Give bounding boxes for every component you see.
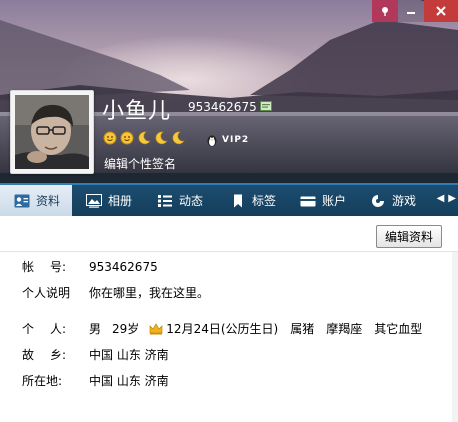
- constellation: 摩羯座: [326, 322, 363, 336]
- blood-type: 其它血型: [374, 322, 423, 336]
- pin-icon[interactable]: [372, 0, 398, 22]
- account-label-char: 帐: [22, 260, 35, 274]
- signature-edit[interactable]: 编辑个性签名: [104, 155, 176, 172]
- personal-label: 个 人:: [22, 320, 66, 337]
- nickname: 小鱼儿: [102, 99, 172, 124]
- bio-value: 你在哪里，我在这里。: [89, 286, 210, 300]
- hometown-row: 故 乡: 中国 山东 济南: [22, 346, 169, 363]
- vip-level: VIP2: [222, 135, 250, 145]
- personal-row: 个 人: 男 29岁 12月24日(公历生日) 属猪 摩羯座 其它血型: [22, 320, 422, 337]
- tab-account-label: 账户: [322, 194, 347, 208]
- hometown-value: 中国 山东 济南: [89, 348, 169, 362]
- tab-tags-label: 标签: [252, 194, 277, 208]
- tab-scroll: ◀ ▶: [433, 193, 456, 204]
- tab-album[interactable]: 相册: [86, 185, 132, 216]
- tab-games[interactable]: 游戏: [370, 185, 416, 216]
- close-icon[interactable]: [424, 0, 458, 22]
- bookmark-icon: [234, 194, 242, 207]
- account-value: 953462675: [89, 259, 158, 274]
- tab-tags[interactable]: 标签: [230, 185, 276, 216]
- age: 29岁: [112, 322, 140, 336]
- crown-icon: [149, 322, 163, 334]
- edit-profile-button[interactable]: 编辑资料: [376, 225, 442, 248]
- hometown-label-char: 乡:: [49, 348, 66, 362]
- personal-label-char: 个: [22, 322, 35, 336]
- scrollbar[interactable]: [452, 252, 458, 422]
- tab-games-label: 游戏: [392, 194, 417, 208]
- tab-album-label: 相册: [108, 194, 133, 208]
- tab-profile-label: 资料: [36, 194, 61, 208]
- profile-header: 小鱼儿 953462675 VIP2 编辑个性签名: [0, 0, 458, 183]
- game-icon: [372, 194, 384, 207]
- smiley-icon: [120, 131, 134, 145]
- window-controls: [372, 0, 458, 22]
- smiley-icon: [103, 131, 117, 145]
- penguin-icon: [207, 135, 217, 147]
- level-icons[interactable]: [103, 131, 188, 145]
- profile-card-icon: [14, 194, 30, 207]
- tab-feed-label: 动态: [179, 194, 204, 208]
- qq-number: 953462675: [188, 100, 257, 114]
- vip-badge[interactable]: VIP2: [205, 133, 249, 147]
- moon-icon: [172, 131, 185, 145]
- moon-icon: [155, 131, 168, 145]
- account-label: 帐 号:: [22, 258, 66, 275]
- tab-scroll-right-icon[interactable]: ▶: [448, 193, 456, 204]
- location-label: 所在地:: [22, 374, 63, 388]
- minimize-icon[interactable]: [398, 0, 424, 22]
- tab-feed[interactable]: 动态: [157, 185, 203, 216]
- tab-scroll-left-icon[interactable]: ◀: [437, 193, 445, 204]
- profile-details: 编辑资料 帐 号: 953462675 个人说明 你在哪里，我在这里。 个 人:…: [0, 216, 458, 422]
- tab-bar: 资料 相册 动态 标签 账户 游戏 ◀ ▶: [0, 183, 458, 216]
- avatar[interactable]: [10, 90, 94, 174]
- profile-window: 小鱼儿 953462675 VIP2 编辑个性签名 资料 相册 动态 标签 账户…: [0, 0, 458, 422]
- tab-profile[interactable]: 资料: [0, 185, 72, 216]
- feed-icon: [158, 194, 172, 207]
- account-row: 帐 号: 953462675: [22, 258, 158, 275]
- bio-label: 个人说明: [22, 286, 71, 300]
- birthday: 12月24日(公历生日): [166, 322, 279, 336]
- gender: 男: [89, 322, 102, 336]
- photo-album-icon: [86, 193, 102, 208]
- hometown-label: 故 乡:: [22, 346, 66, 363]
- account-label-char: 号:: [49, 260, 66, 274]
- moon-icon: [138, 131, 151, 145]
- divider: [0, 251, 458, 252]
- bio-row: 个人说明 你在哪里，我在这里。: [22, 284, 209, 301]
- account-icon: [300, 196, 316, 206]
- location-row: 所在地: 中国 山东 济南: [22, 372, 169, 389]
- hometown-label-char: 故: [22, 348, 35, 362]
- location-value: 中国 山东 济南: [89, 374, 169, 388]
- qq-card-icon[interactable]: [260, 101, 272, 111]
- avatar-photo: [15, 95, 89, 169]
- personal-label-char: 人:: [49, 322, 66, 336]
- tab-account[interactable]: 账户: [300, 185, 346, 216]
- zodiac: 属猪: [290, 322, 315, 336]
